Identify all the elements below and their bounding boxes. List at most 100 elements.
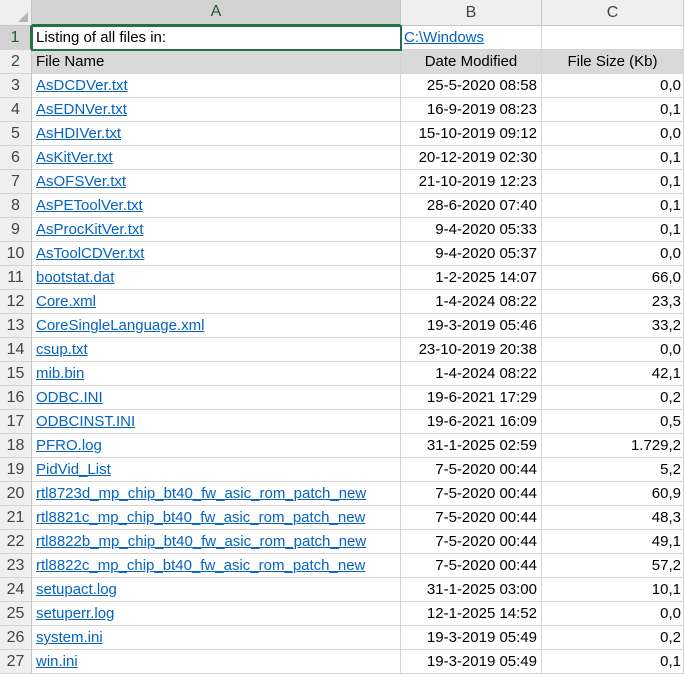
file-name-cell[interactable]: rtl8821c_mp_chip_bt40_fw_asic_rom_patch_…	[32, 506, 401, 530]
row-header[interactable]: 21	[0, 506, 32, 530]
file-name-cell[interactable]: mib.bin	[32, 362, 401, 386]
file-link[interactable]: Core.xml	[36, 293, 96, 310]
date-modified-cell[interactable]: 9-4-2020 05:33	[401, 218, 542, 242]
row-header[interactable]: 24	[0, 578, 32, 602]
file-link[interactable]: PFRO.log	[36, 437, 102, 454]
file-link[interactable]: AsProcKitVer.txt	[36, 221, 144, 238]
file-size-cell[interactable]: 0,1	[542, 170, 684, 194]
date-modified-cell[interactable]: 12-1-2025 14:52	[401, 602, 542, 626]
file-size-cell[interactable]: 0,1	[542, 98, 684, 122]
file-link[interactable]: CoreSingleLanguage.xml	[36, 317, 204, 334]
header-file-name[interactable]: File Name	[32, 50, 401, 74]
file-link[interactable]: setupact.log	[36, 581, 117, 598]
file-name-cell[interactable]: AsKitVer.txt	[32, 146, 401, 170]
file-link[interactable]: AsKitVer.txt	[36, 149, 113, 166]
file-link[interactable]: setuperr.log	[36, 605, 114, 622]
file-link[interactable]: win.ini	[36, 653, 78, 670]
file-link[interactable]: AsHDIVer.txt	[36, 125, 121, 142]
date-modified-cell[interactable]: 7-5-2020 00:44	[401, 530, 542, 554]
row-header[interactable]: 15	[0, 362, 32, 386]
row-header[interactable]: 26	[0, 626, 32, 650]
file-size-cell[interactable]: 10,1	[542, 578, 684, 602]
file-size-cell[interactable]: 0,0	[542, 602, 684, 626]
file-name-cell[interactable]: win.ini	[32, 650, 401, 674]
file-size-cell[interactable]: 0,0	[542, 338, 684, 362]
file-name-cell[interactable]: setuperr.log	[32, 602, 401, 626]
file-link[interactable]: rtl8822c_mp_chip_bt40_fw_asic_rom_patch_…	[36, 557, 365, 574]
header-file-size[interactable]: File Size (Kb)	[542, 50, 684, 74]
column-header-a[interactable]: A	[32, 0, 401, 26]
file-size-cell[interactable]: 0,2	[542, 386, 684, 410]
date-modified-cell[interactable]: 19-6-2021 17:29	[401, 386, 542, 410]
file-name-cell[interactable]: AsHDIVer.txt	[32, 122, 401, 146]
file-size-cell[interactable]: 49,1	[542, 530, 684, 554]
date-modified-cell[interactable]: 1-4-2024 08:22	[401, 290, 542, 314]
date-modified-cell[interactable]: 19-6-2021 16:09	[401, 410, 542, 434]
row-header[interactable]: 14	[0, 338, 32, 362]
row-header[interactable]: 10	[0, 242, 32, 266]
date-modified-cell[interactable]: 15-10-2019 09:12	[401, 122, 542, 146]
row-header[interactable]: 13	[0, 314, 32, 338]
folder-path-cell[interactable]: C:\Windows	[401, 26, 542, 50]
row-header[interactable]: 23	[0, 554, 32, 578]
date-modified-cell[interactable]: 21-10-2019 12:23	[401, 170, 542, 194]
date-modified-cell[interactable]: 23-10-2019 20:38	[401, 338, 542, 362]
select-all-corner[interactable]	[0, 0, 32, 26]
file-link[interactable]: AsToolCDVer.txt	[36, 245, 144, 262]
file-size-cell[interactable]: 0,0	[542, 242, 684, 266]
row-header[interactable]: 20	[0, 482, 32, 506]
file-size-cell[interactable]: 0,0	[542, 74, 684, 98]
date-modified-cell[interactable]: 16-9-2019 08:23	[401, 98, 542, 122]
file-name-cell[interactable]: csup.txt	[32, 338, 401, 362]
file-size-cell[interactable]: 42,1	[542, 362, 684, 386]
row-header[interactable]: 22	[0, 530, 32, 554]
file-name-cell[interactable]: AsProcKitVer.txt	[32, 218, 401, 242]
row-header[interactable]: 6	[0, 146, 32, 170]
date-modified-cell[interactable]: 1-4-2024 08:22	[401, 362, 542, 386]
file-name-cell[interactable]: AsPEToolVer.txt	[32, 194, 401, 218]
file-name-cell[interactable]: rtl8822b_mp_chip_bt40_fw_asic_rom_patch_…	[32, 530, 401, 554]
row-header[interactable]: 5	[0, 122, 32, 146]
file-size-cell[interactable]: 0,2	[542, 626, 684, 650]
row-header[interactable]: 1	[0, 26, 32, 50]
file-size-cell[interactable]: 48,3	[542, 506, 684, 530]
file-size-cell[interactable]: 0,1	[542, 146, 684, 170]
row-header[interactable]: 27	[0, 650, 32, 674]
file-name-cell[interactable]: PidVid_List	[32, 458, 401, 482]
file-size-cell[interactable]: 60,9	[542, 482, 684, 506]
file-name-cell[interactable]: AsDCDVer.txt	[32, 74, 401, 98]
row-header[interactable]: 9	[0, 218, 32, 242]
file-name-cell[interactable]: AsEDNVer.txt	[32, 98, 401, 122]
date-modified-cell[interactable]: 7-5-2020 00:44	[401, 554, 542, 578]
file-name-cell[interactable]: AsOFSVer.txt	[32, 170, 401, 194]
file-link[interactable]: bootstat.dat	[36, 269, 114, 286]
date-modified-cell[interactable]: 19-3-2019 05:46	[401, 314, 542, 338]
row-header[interactable]: 19	[0, 458, 32, 482]
folder-path-link[interactable]: C:\Windows	[404, 29, 484, 46]
file-link[interactable]: rtl8723d_mp_chip_bt40_fw_asic_rom_patch_…	[36, 485, 366, 502]
file-name-cell[interactable]: setupact.log	[32, 578, 401, 602]
file-link[interactable]: AsDCDVer.txt	[36, 77, 128, 94]
file-link[interactable]: rtl8821c_mp_chip_bt40_fw_asic_rom_patch_…	[36, 509, 365, 526]
file-size-cell[interactable]: 33,2	[542, 314, 684, 338]
row-header[interactable]: 12	[0, 290, 32, 314]
date-modified-cell[interactable]: 9-4-2020 05:37	[401, 242, 542, 266]
file-link[interactable]: mib.bin	[36, 365, 84, 382]
row-header[interactable]: 2	[0, 50, 32, 74]
row-header[interactable]: 8	[0, 194, 32, 218]
row-header[interactable]: 3	[0, 74, 32, 98]
file-size-cell[interactable]: 0,0	[542, 122, 684, 146]
file-name-cell[interactable]: AsToolCDVer.txt	[32, 242, 401, 266]
file-link[interactable]: rtl8822b_mp_chip_bt40_fw_asic_rom_patch_…	[36, 533, 366, 550]
title-label-cell[interactable]: Listing of all files in:	[32, 26, 401, 50]
file-size-cell[interactable]: 0,1	[542, 194, 684, 218]
file-link[interactable]: system.ini	[36, 629, 103, 646]
file-link[interactable]: AsOFSVer.txt	[36, 173, 126, 190]
date-modified-cell[interactable]: 1-2-2025 14:07	[401, 266, 542, 290]
row-header[interactable]: 7	[0, 170, 32, 194]
empty-cell[interactable]	[542, 26, 684, 50]
file-link[interactable]: PidVid_List	[36, 461, 111, 478]
date-modified-cell[interactable]: 19-3-2019 05:49	[401, 650, 542, 674]
file-size-cell[interactable]: 1.729,2	[542, 434, 684, 458]
file-name-cell[interactable]: ODBCINST.INI	[32, 410, 401, 434]
